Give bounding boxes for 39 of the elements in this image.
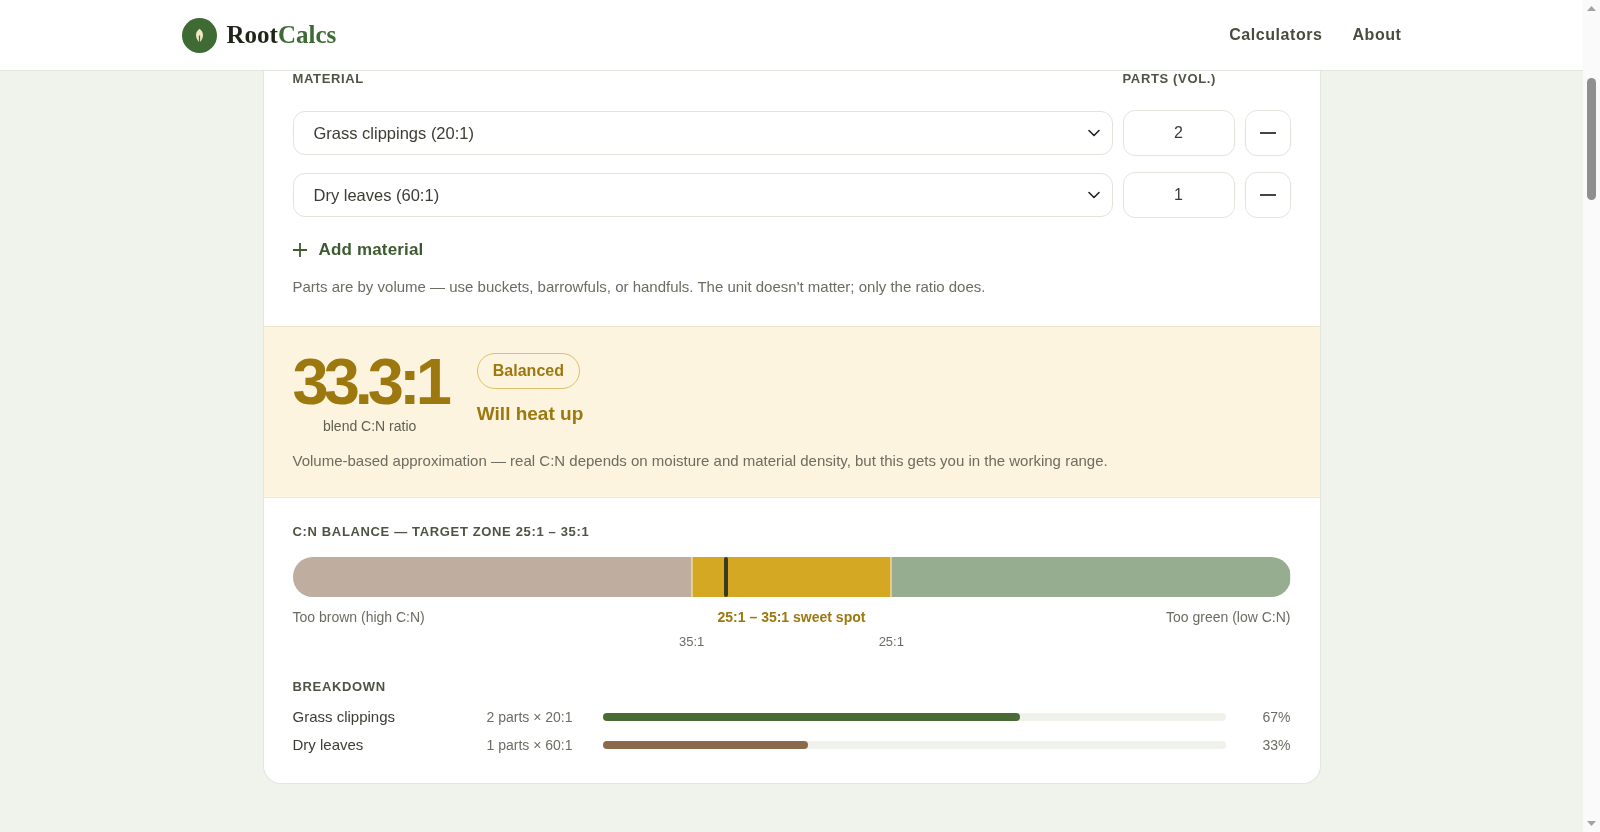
scroll-up-arrow-icon xyxy=(1587,6,1596,11)
add-material-button[interactable]: Add material xyxy=(292,238,424,262)
section-heading: C:N BALANCE — TARGET ZONE 25:1 – 35:1 xyxy=(292,524,591,540)
parts-input[interactable]: 1 xyxy=(1122,172,1235,218)
zone-label: 25:1 – 35:1 sweet spot xyxy=(717,608,866,626)
leaf-icon xyxy=(181,17,217,53)
percent-text: 33% xyxy=(1262,736,1291,755)
minus-icon xyxy=(1259,194,1276,196)
material-name: Dry leaves xyxy=(292,735,365,755)
percent-text: 67% xyxy=(1262,708,1291,727)
ratio-value: 33.3:1 xyxy=(292,349,447,414)
minus-icon xyxy=(1259,132,1276,134)
chevron-down-icon xyxy=(1087,129,1100,137)
scroll-down-arrow-icon xyxy=(1587,821,1596,826)
section-heading: BREAKDOWN xyxy=(292,679,387,695)
verdict-text: Will heat up xyxy=(476,402,584,426)
material-select[interactable]: Dry leaves (60:1) xyxy=(292,173,1113,217)
note-text: Volume-based approximation — real C:N depends on moisture and material density, but this gets you in the working range. xyxy=(292,451,1109,471)
remove-button[interactable] xyxy=(1244,110,1291,156)
chevron-down-icon xyxy=(1087,191,1100,199)
material-name: Grass clippings xyxy=(292,707,397,727)
material-select[interactable]: Grass clippings (20:1) xyxy=(292,111,1113,155)
tick-label: 35:1 xyxy=(679,633,705,651)
nav-link[interactable]: Calculators xyxy=(1229,23,1323,47)
column-label: PARTS (VOL.) xyxy=(1122,71,1217,87)
zone-label: Too brown (high C:N) xyxy=(292,608,425,626)
plus-icon xyxy=(292,243,307,257)
tick-label: 25:1 xyxy=(878,633,904,651)
zone-label: Too green (low C:N) xyxy=(1165,608,1291,626)
hint-text: Parts are by volume — use buckets, barrowfuls, or handfuls. The unit doesn't matter; only the ratio does. xyxy=(292,277,987,297)
parts-detail: 1 parts × 60:1 xyxy=(486,736,574,755)
parts-detail: 2 parts × 20:1 xyxy=(486,708,574,727)
scrollbar-thumb[interactable] xyxy=(1587,78,1596,200)
parts-input[interactable]: 2 xyxy=(1122,110,1235,156)
nav-link[interactable]: About xyxy=(1352,23,1402,47)
remove-button[interactable] xyxy=(1244,172,1291,218)
brand-name: RootCalcs xyxy=(226,20,337,50)
ratio-caption: blend C:N ratio xyxy=(321,417,418,436)
column-label: MATERIAL xyxy=(292,71,365,87)
